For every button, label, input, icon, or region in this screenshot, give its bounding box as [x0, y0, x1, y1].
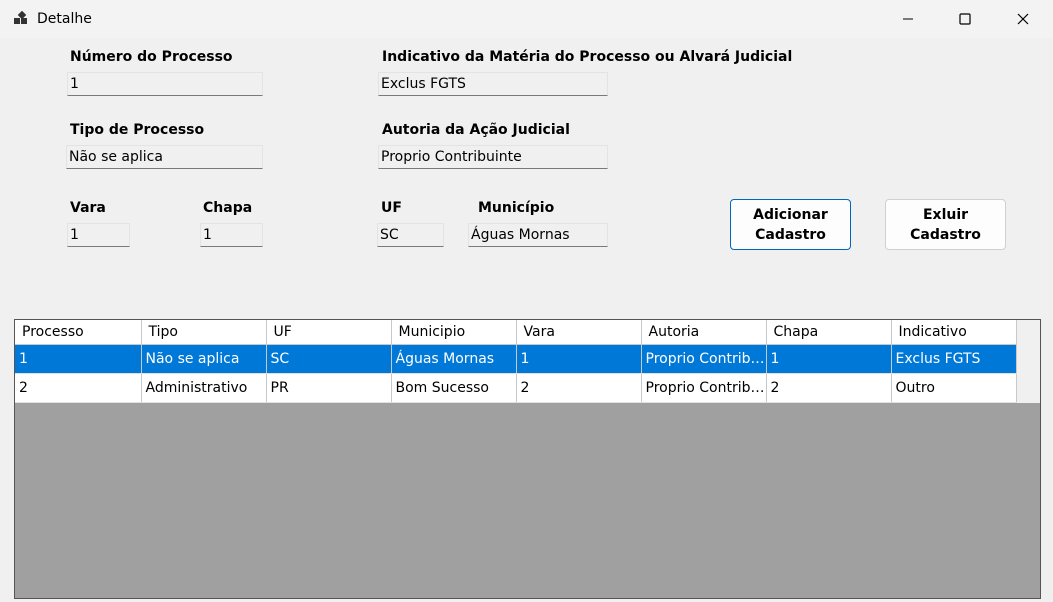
close-button[interactable] [994, 0, 1052, 38]
table-cell[interactable]: Águas Mornas [391, 344, 517, 374]
municipio-label: Município [478, 200, 555, 216]
autoria-label: Autoria da Ação Judicial [382, 122, 570, 138]
vara-label: Vara [70, 200, 106, 216]
minimize-icon [903, 18, 913, 20]
column-header-municipio[interactable]: Municipio [391, 320, 517, 345]
grid-header-row: Processo Tipo UF Municipio Vara Autoria Chapa I… [15, 320, 1017, 345]
column-header-chapa[interactable]: Chapa [766, 320, 892, 345]
table-cell[interactable]: 2 [766, 373, 892, 403]
table-cell[interactable]: 1 [766, 344, 892, 374]
tipo-label: Tipo de Processo [70, 122, 205, 138]
minimize-button[interactable] [879, 0, 937, 38]
indicativo-field[interactable]: Exclus FGTS [378, 72, 608, 96]
chapa-label: Chapa [203, 200, 253, 216]
column-header-indicativo[interactable]: Indicativo [891, 320, 1017, 345]
table-cell[interactable]: Outro [891, 373, 1017, 403]
table-cell[interactable]: Não se aplica [141, 344, 267, 374]
column-header-vara[interactable]: Vara [516, 320, 642, 345]
table-cell[interactable]: PR [266, 373, 392, 403]
uf-label: UF [381, 200, 402, 216]
vara-field[interactable]: 1 [67, 223, 130, 247]
numero-label: Número do Processo [70, 49, 233, 65]
table-row[interactable]: 2 Administrativo PR Bom Sucesso 2 Proprio Con… [15, 373, 1017, 403]
column-header-uf[interactable]: UF [266, 320, 392, 345]
table-cell[interactable]: Administrativo [141, 373, 267, 403]
close-icon [1017, 13, 1029, 25]
tipo-field[interactable]: Não se aplica [66, 145, 263, 169]
grid-table: Processo Tipo UF Municipio Vara Autoria Chapa I… [15, 320, 1017, 403]
adicionar-cadastro-button[interactable]: Adicionar Cadastro [730, 199, 851, 250]
table-cell[interactable]: Proprio Contrib… [641, 344, 767, 374]
table-cell[interactable]: 1 [15, 344, 142, 374]
table-cell[interactable]: 2 [15, 373, 142, 403]
autoria-field[interactable]: Proprio Contribuinte [378, 145, 608, 169]
window-title: Detalhe [37, 11, 92, 27]
table-cell[interactable]: 1 [516, 344, 642, 374]
uf-field[interactable]: SC [377, 223, 444, 247]
excluir-cadastro-button[interactable]: Exluir Cadastro [885, 199, 1006, 250]
table-cell[interactable]: Proprio Contrib… [641, 373, 767, 403]
data-grid[interactable]: Processo Tipo UF Municipio Vara Autoria Chapa I… [14, 319, 1041, 599]
table-row[interactable]: 1 Não se aplica SC Águas Mornas 1 Proprio Con… [15, 344, 1017, 374]
indicativo-label: Indicativo da Matéria do Processo ou Alv… [382, 49, 793, 65]
column-header-autoria[interactable]: Autoria [641, 320, 767, 345]
column-header-processo[interactable]: Processo [15, 320, 142, 345]
municipio-field[interactable]: Águas Mornas [468, 223, 608, 247]
table-cell[interactable]: SC [266, 344, 392, 374]
title-bar: Detalhe [0, 0, 1053, 38]
numero-field[interactable]: 1 [67, 72, 263, 96]
chapa-field[interactable]: 1 [200, 223, 263, 247]
grid-corner [1016, 320, 1040, 403]
maximize-icon [959, 13, 971, 25]
table-cell[interactable]: Bom Sucesso [391, 373, 517, 403]
table-cell[interactable]: Exclus FGTS [891, 344, 1017, 374]
app-icon [14, 11, 27, 24]
maximize-button[interactable] [936, 0, 994, 38]
column-header-tipo[interactable]: Tipo [141, 320, 267, 345]
table-cell[interactable]: 2 [516, 373, 642, 403]
